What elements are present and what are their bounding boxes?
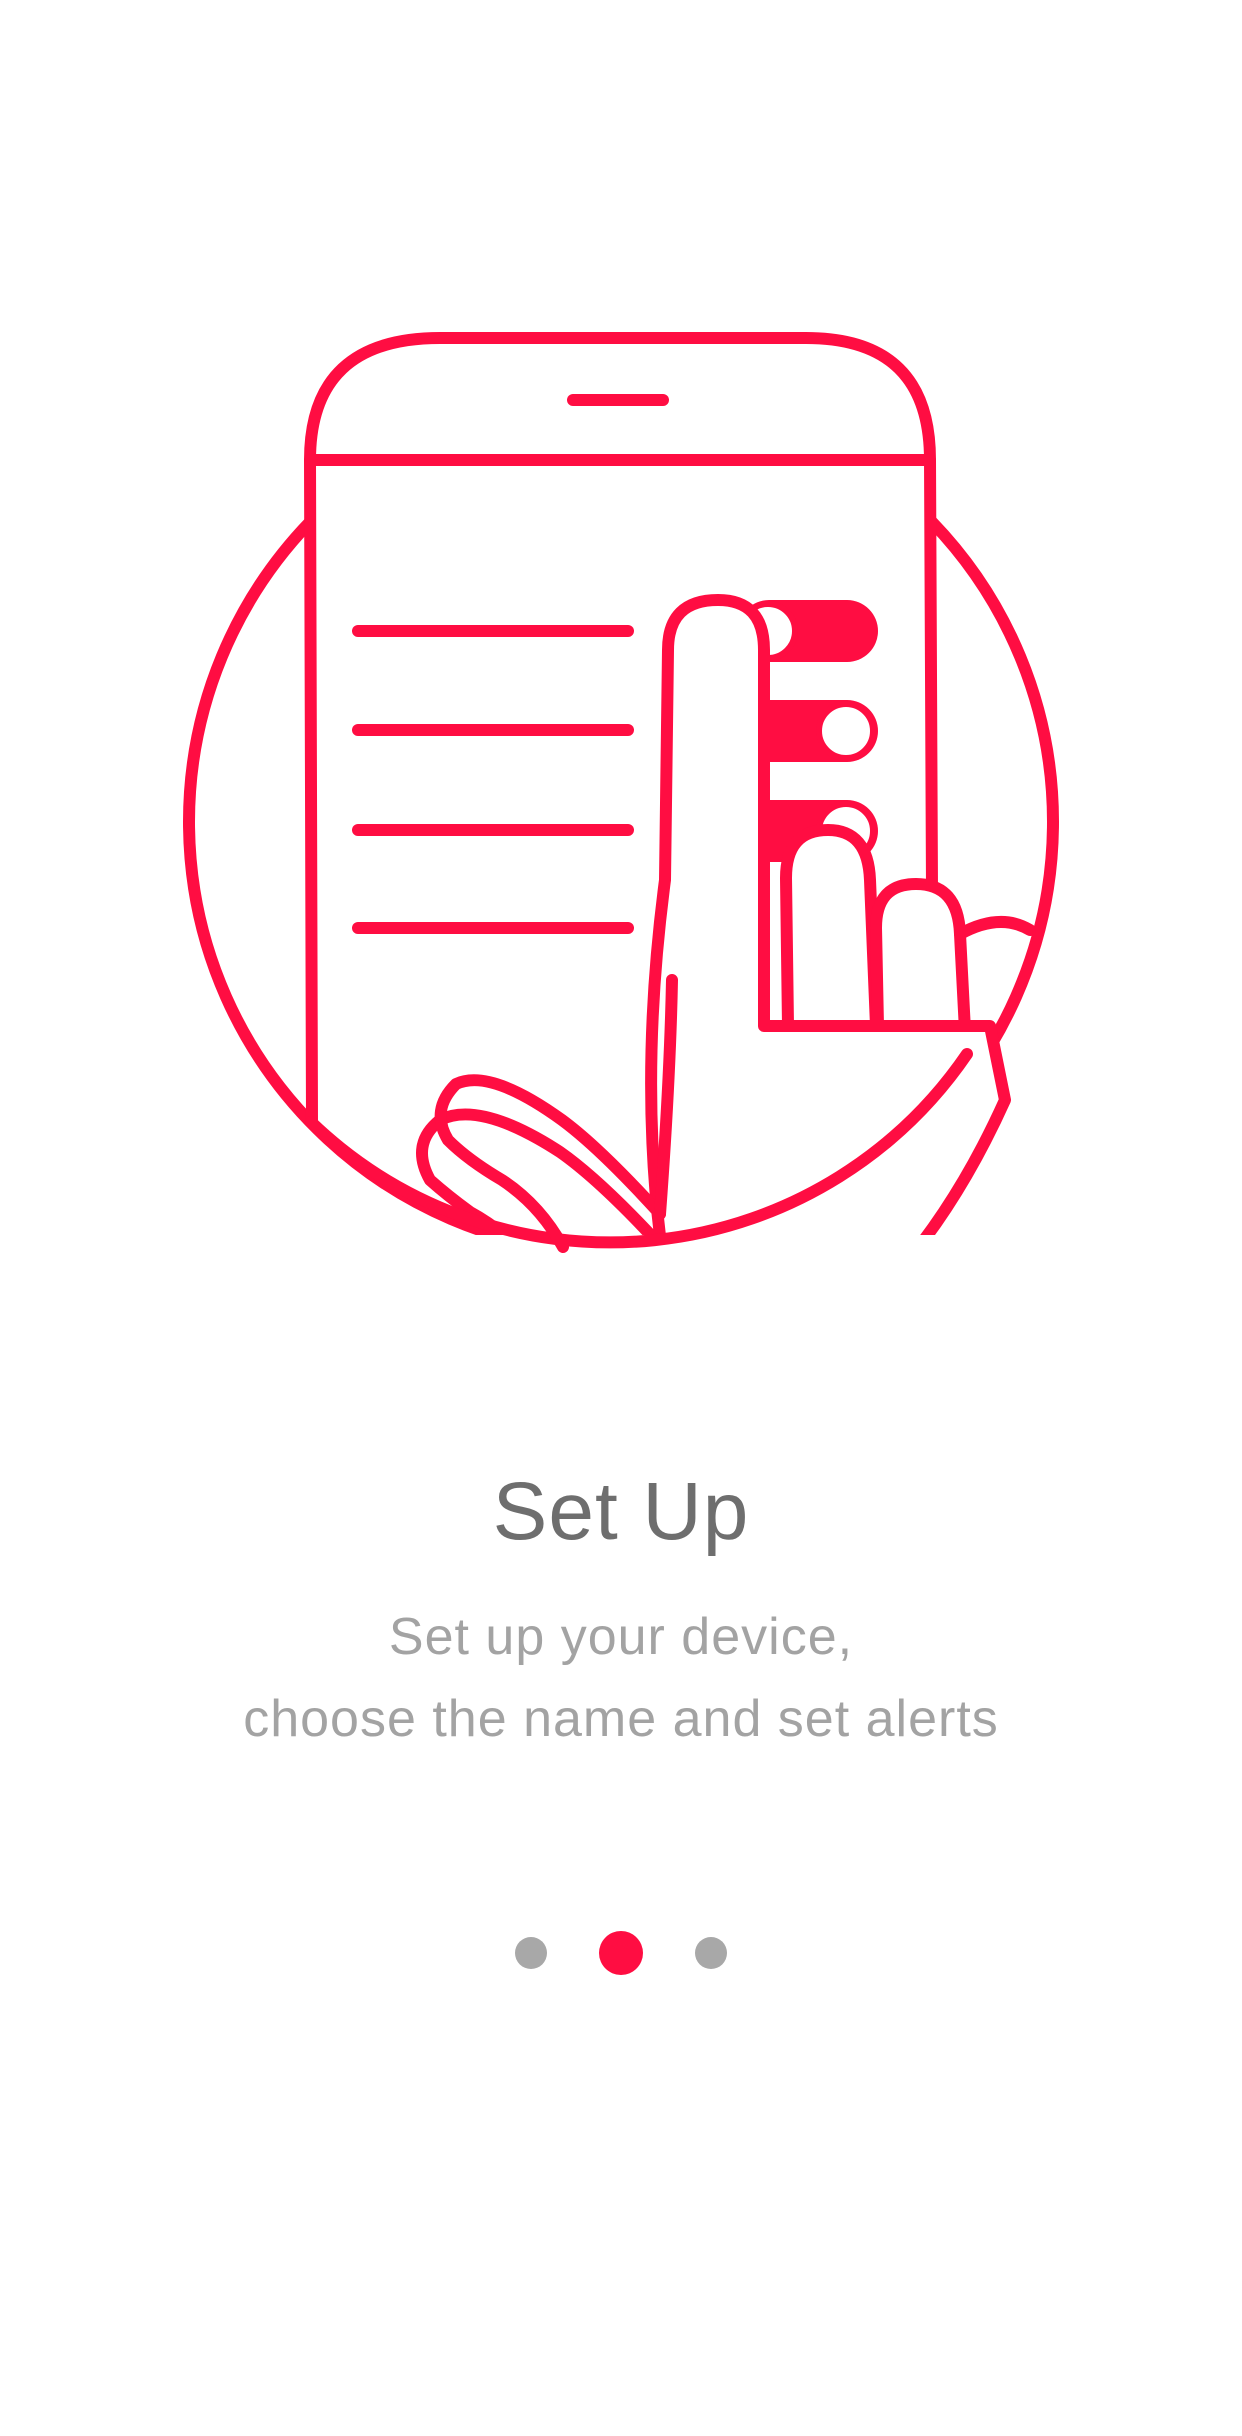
subtitle-line-2: choose the name and set alerts <box>243 1690 999 1748</box>
onboarding-illustration <box>0 300 1242 1280</box>
page-dot-3[interactable] <box>695 1937 727 1969</box>
page-dot-2-active[interactable] <box>599 1931 643 1975</box>
phone-settings-hand-icon <box>183 332 1059 1280</box>
page-title: Set Up <box>492 1466 750 1557</box>
subtitle-line-1: Set up your device, <box>388 1608 854 1666</box>
page-indicator <box>0 1930 1242 1976</box>
page-subtitle: Set up your device, choose the name and … <box>0 1596 1242 1760</box>
onboarding-screen: Set Up Set up your device, choose the na… <box>0 0 1242 2436</box>
page-dot-1[interactable] <box>515 1937 547 1969</box>
